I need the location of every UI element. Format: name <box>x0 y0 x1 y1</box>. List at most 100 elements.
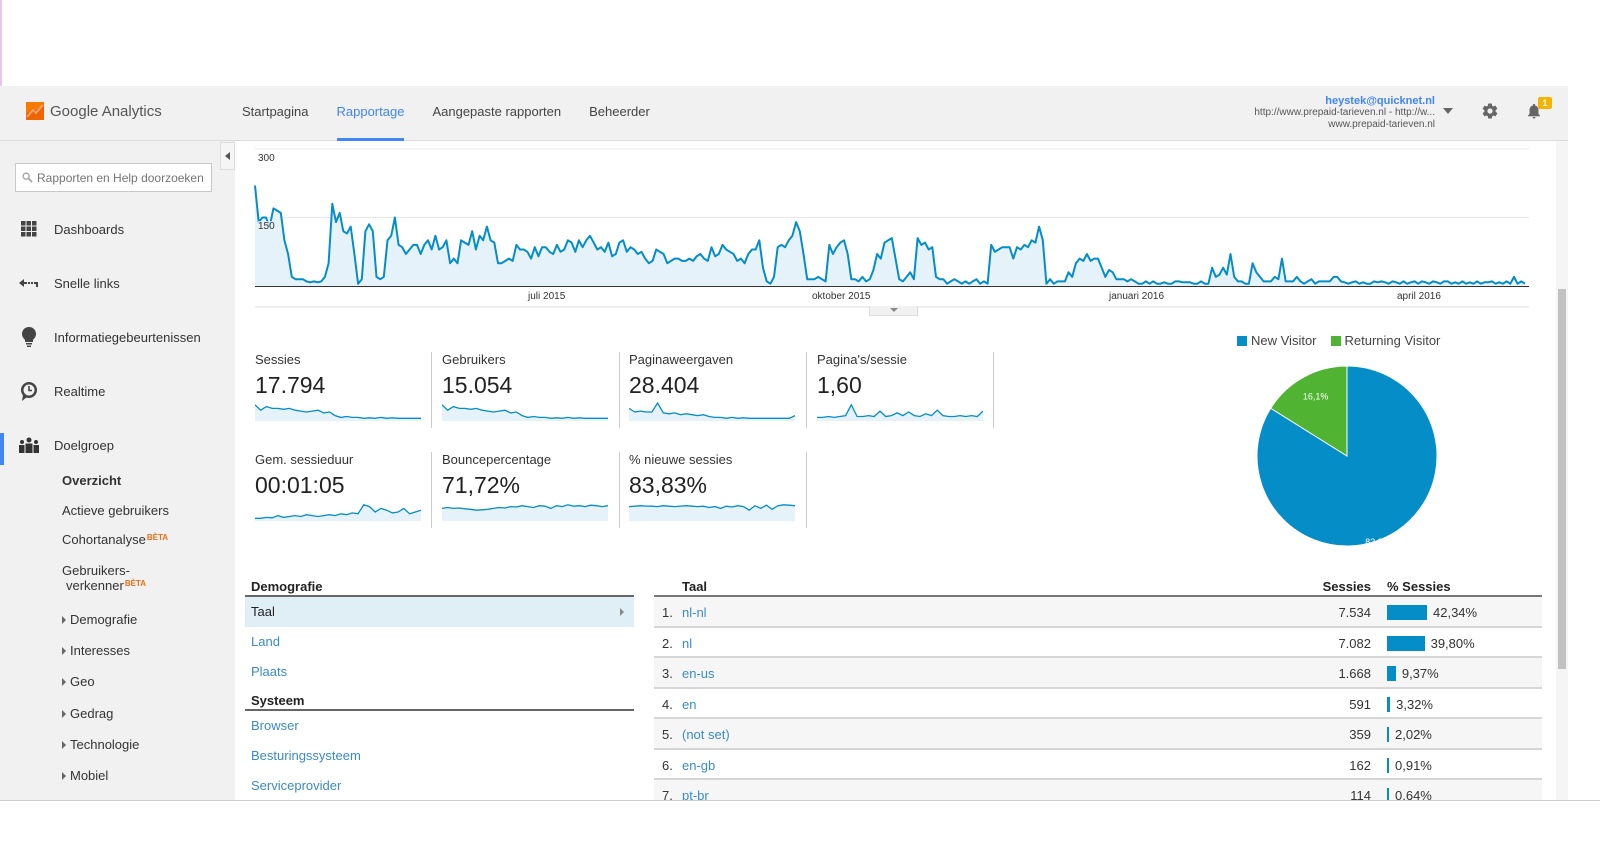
metric-card[interactable]: Pagina's/sessie 1,60 <box>817 352 993 430</box>
table-row: 1. nl-nl 7.534 42,34% <box>654 597 1542 628</box>
sidebar-sub-gebruikersverkenner[interactable]: Gebruikers- verkennerBÈTA <box>62 563 146 593</box>
visitor-pie-chart: 83,9% 16,1% <box>1256 365 1438 547</box>
sidebar-collapse-button[interactable] <box>220 142 235 170</box>
chart-expand-toggle[interactable] <box>869 306 918 316</box>
demografie-item-taal[interactable]: Taal <box>245 597 634 627</box>
systeem-item-browser[interactable]: Browser <box>245 711 634 741</box>
metric-divider <box>431 352 432 428</box>
sub-item-label: Mobiel <box>70 768 109 783</box>
report-search[interactable] <box>15 163 212 192</box>
sidebar-item-label: Doelgroep <box>54 437 114 453</box>
row-index: 4. <box>662 696 673 712</box>
metric-label: Gebruikers <box>442 352 506 367</box>
metric-sparkline <box>255 504 421 521</box>
ga-logo[interactable]: Google Analytics <box>26 102 162 120</box>
account-view: www.prepaid-tarieven.nl <box>1328 119 1435 130</box>
legend-item-new-visitor[interactable]: New Visitor <box>1237 333 1317 348</box>
table-row: 4. en 591 3,32% <box>654 689 1542 719</box>
nav-aangepaste-rapporten[interactable]: Aangepaste rapporten <box>418 86 575 141</box>
account-dropdown-icon[interactable] <box>1443 108 1453 114</box>
sub-item-label: Gedrag <box>70 706 114 721</box>
demografie-item-land[interactable]: Land <box>245 627 634 657</box>
sidebar-sub-mobiel[interactable]: Mobiel <box>62 768 108 783</box>
shortcut-arrow-icon <box>0 278 54 288</box>
row-language-link[interactable]: nl <box>682 636 692 651</box>
metric-card[interactable]: Bouncepercentage 71,72% <box>442 452 618 530</box>
sidebar-sub-cohortanalyse[interactable]: CohortanalyseBÈTA <box>62 532 168 547</box>
sub-item-label: Cohortanalyse <box>62 532 146 547</box>
metric-value: 83,83% <box>629 472 708 498</box>
sub-item-label: Geo <box>70 674 95 689</box>
metric-card[interactable]: Gem. sessieduur 00:01:05 <box>255 452 431 530</box>
row-pct-bar <box>1387 605 1427 620</box>
table-row: 6. en-gb 162 0,91% <box>654 750 1542 780</box>
sidebar-sub-demografie[interactable]: Demografie <box>62 612 137 627</box>
sidebar-sub-technologie[interactable]: Technologie <box>62 737 139 752</box>
demografie-item-plaats[interactable]: Plaats <box>245 657 634 687</box>
sidebar-sub-actieve-gebruikers[interactable]: Actieve gebruikers <box>62 503 169 518</box>
x-tick-label: januari 2016 <box>1109 291 1165 302</box>
metric-sparkline <box>442 404 608 421</box>
metric-card[interactable]: Paginaweergaven 28.404 <box>629 352 805 430</box>
lightbulb-icon <box>0 327 54 347</box>
metric-card[interactable]: % nieuwe sessies 83,83% <box>629 452 805 530</box>
col-header-taal: Taal <box>682 579 708 594</box>
sessions-chart: 300 150 juli 2015 oktober 2015 januari 2… <box>240 145 1540 320</box>
row-index: 2. <box>662 635 673 651</box>
row-language-link[interactable]: en <box>682 697 696 712</box>
metric-sparkline <box>255 404 421 421</box>
sidebar-item-label: Realtime <box>54 383 106 399</box>
search-input[interactable] <box>37 170 207 185</box>
pie-slice-label: 16,1% <box>1303 391 1329 401</box>
row-sessions: 7.534 <box>1338 605 1371 620</box>
sidebar-item-realtime[interactable]: Realtime <box>0 371 235 411</box>
expand-triangle-icon <box>62 771 66 780</box>
gear-icon[interactable] <box>1481 102 1499 120</box>
metric-card[interactable]: Gebruikers 15.054 <box>442 352 618 430</box>
sidebar-sub-overzicht[interactable]: Overzicht <box>62 473 121 488</box>
browser-top-area <box>0 0 1600 86</box>
systeem-item-besturingssysteem[interactable]: Besturingssysteem <box>245 741 634 771</box>
row-language-link[interactable]: en-gb <box>682 758 715 773</box>
beta-badge: BÈTA <box>124 579 146 588</box>
row-sessions: 359 <box>1349 727 1371 742</box>
edge-mark <box>0 0 2 86</box>
grid-icon <box>0 221 54 237</box>
row-pct-label: 39,80% <box>1430 635 1475 651</box>
metric-label: Pagina's/sessie <box>817 352 907 367</box>
sidebar-item-dashboards[interactable]: Dashboards <box>0 209 235 249</box>
taal-table-header: Taal Sessies % Sessies <box>654 577 1542 597</box>
table-row: 3. en-us 1.668 9,37% <box>654 658 1542 689</box>
nav-startpagina[interactable]: Startpagina <box>228 86 323 141</box>
col-header-pct-sessies[interactable]: % Sessies <box>1387 577 1451 597</box>
row-index: 1. <box>662 605 673 620</box>
metric-divider <box>806 352 807 428</box>
notification-badge: 1 <box>1538 97 1552 109</box>
systeem-heading: Systeem <box>245 691 634 711</box>
bottom-area <box>0 800 1600 860</box>
sidebar-item-snelle-links[interactable]: Snelle links <box>0 263 235 303</box>
vertical-scrollbar[interactable] <box>1556 141 1568 800</box>
row-language-link[interactable]: en-us <box>682 666 715 681</box>
col-header-sessies[interactable]: Sessies <box>1323 577 1371 597</box>
sidebar: Dashboards Snelle links Informatiegebeur… <box>0 141 235 800</box>
systeem-item-serviceprovider[interactable]: Serviceprovider <box>245 771 634 801</box>
legend-item-returning-visitor[interactable]: Returning Visitor <box>1330 333 1440 348</box>
nav-beheerder[interactable]: Beheerder <box>575 86 664 141</box>
row-pct-label: 0,91% <box>1395 757 1432 773</box>
metric-sparkline <box>442 504 608 521</box>
row-pct-label: 9,37% <box>1401 666 1439 681</box>
nav-rapportage[interactable]: Rapportage <box>323 86 419 141</box>
sidebar-sub-geo[interactable]: Geo <box>62 674 95 689</box>
account-selector[interactable]: heystek@quicknet.nl http://www.prepaid-t… <box>1254 95 1435 131</box>
sidebar-item-informatiegebeurtenissen[interactable]: Informatiegebeurtenissen <box>0 317 235 357</box>
sidebar-sub-gedrag[interactable]: Gedrag <box>62 706 113 721</box>
metric-card[interactable]: Sessies 17.794 <box>255 352 431 430</box>
row-language-link[interactable]: nl-nl <box>682 605 707 620</box>
demografie-nav: Demografie Taal Land Plaats Systeem Brow… <box>245 577 634 801</box>
sidebar-item-doelgroep[interactable]: Doelgroep <box>0 425 235 465</box>
sidebar-sub-interesses[interactable]: Interesses <box>62 643 130 658</box>
scrollbar-thumb[interactable] <box>1558 289 1566 669</box>
metric-divider <box>993 352 994 428</box>
row-language-link[interactable]: (not set) <box>682 727 730 742</box>
